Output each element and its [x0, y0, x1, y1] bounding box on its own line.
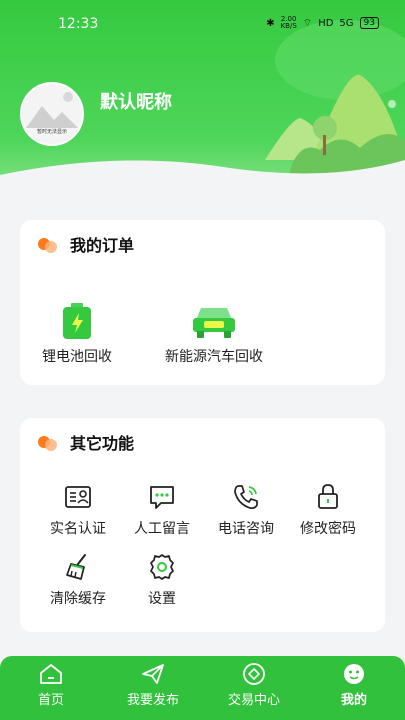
function-settings[interactable]: 设置: [122, 552, 202, 608]
order-lithium-battery[interactable]: 锂电池回收: [34, 302, 120, 366]
profile-icon: [344, 664, 364, 684]
function-settings-label: 设置: [148, 591, 176, 607]
network-speed: 2.00 KB/S: [281, 16, 297, 30]
tab-home[interactable]: 首页: [1, 662, 101, 708]
tab-trade-center-label: 交易中心: [227, 693, 280, 708]
trade-icon: [243, 663, 265, 685]
function-clear-cache[interactable]: 清除缓存: [38, 552, 118, 608]
id-card-icon: [65, 486, 91, 508]
tab-publish[interactable]: 我要发布: [103, 662, 203, 708]
orange-dots-icon: [38, 235, 60, 253]
send-icon: [142, 664, 164, 684]
function-change-password-label: 修改密码: [300, 521, 356, 537]
status-bar: 12:33 ✱ 2.00 KB/S ⌔ HD 5G 93: [0, 0, 405, 50]
orders-title-text: 我的订单: [70, 236, 135, 255]
tab-mine-label: 我的: [340, 693, 367, 708]
orders-card: 我的订单 锂电池回收 新能源汽车回收: [20, 220, 385, 385]
functions-title-text: 其它功能: [70, 434, 135, 453]
bottom-tab-bar: 首页 我要发布 交易中心 我的: [0, 656, 405, 720]
function-clear-cache-label: 清除缓存: [50, 591, 106, 607]
function-change-password[interactable]: 修改密码: [288, 482, 368, 538]
gear-icon: [150, 554, 174, 580]
hd-badge: HD: [318, 17, 334, 29]
signal-icon: 5G: [339, 17, 354, 29]
lock-icon: [318, 484, 338, 509]
battery-indicator: 93: [359, 17, 379, 29]
order-ev-recycle-label: 新能源汽车回收: [165, 349, 263, 365]
avatar-caption: 暂时无法显示: [36, 129, 67, 135]
functions-card: 其它功能 实名认证 人工留言 电话咨询 修改密码 清除缓存 设置: [20, 418, 385, 632]
tab-mine[interactable]: 我的: [304, 662, 404, 708]
orange-dots-icon: [38, 433, 60, 451]
car-icon: [193, 308, 235, 338]
home-icon: [40, 664, 62, 684]
network-speed-unit: KB/S: [280, 22, 297, 30]
avatar-placeholder-icon: [26, 92, 78, 128]
phone-icon: [234, 485, 258, 510]
status-icons: ✱ 2.00 KB/S ⌔ HD 5G 93: [266, 16, 379, 30]
functions-title: 其它功能: [38, 430, 134, 454]
function-manual-message-label: 人工留言: [134, 521, 190, 537]
function-manual-message[interactable]: 人工留言: [122, 482, 202, 538]
tab-trade-center[interactable]: 交易中心: [204, 662, 304, 708]
nickname[interactable]: 默认昵称: [100, 88, 172, 114]
brush-icon: [66, 554, 86, 580]
function-phone-consult[interactable]: 电话咨询: [206, 482, 286, 538]
clock: 12:33: [58, 16, 99, 32]
avatar[interactable]: 暂时无法显示: [20, 82, 84, 146]
order-ev-recycle[interactable]: 新能源汽车回收: [158, 302, 270, 366]
battery-icon: [63, 303, 91, 339]
wifi-icon: ⌔: [302, 17, 313, 29]
function-phone-consult-label: 电话咨询: [218, 521, 274, 537]
tab-publish-label: 我要发布: [126, 693, 179, 708]
orders-title: 我的订单: [38, 232, 134, 256]
order-lithium-battery-label: 锂电池回收: [42, 349, 112, 365]
tab-home-label: 首页: [37, 693, 64, 708]
function-real-name-auth-label: 实名认证: [50, 521, 106, 537]
bluetooth-icon: ✱: [266, 17, 275, 29]
function-real-name-auth[interactable]: 实名认证: [38, 482, 118, 538]
message-icon: [150, 486, 174, 509]
